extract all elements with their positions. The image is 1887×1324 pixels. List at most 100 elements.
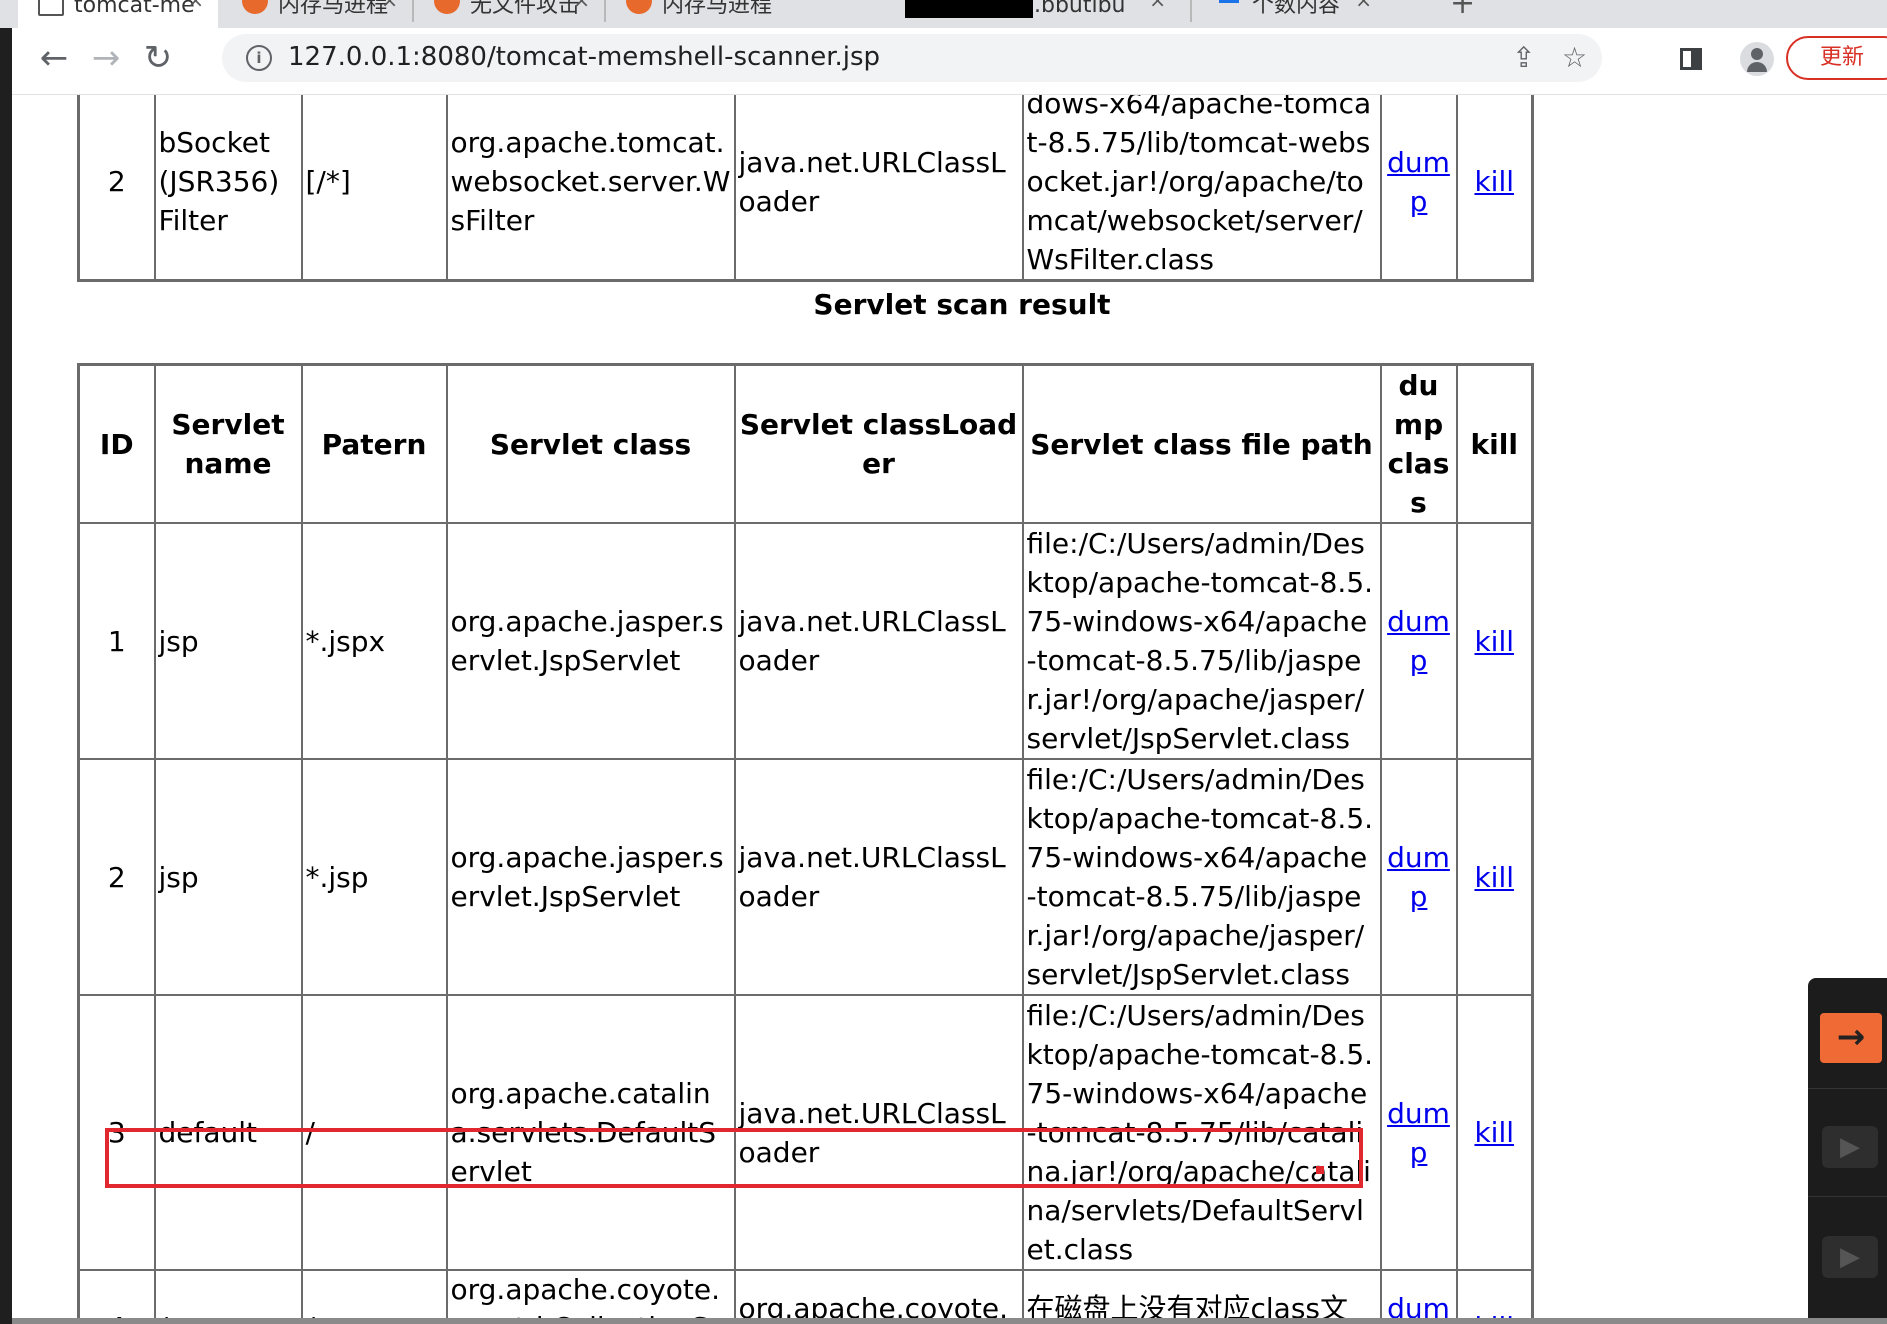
- table-row: 1 jsp *.jspx org.apache.jasper.servlet.J…: [77, 522, 1534, 760]
- filter-result-table: 2 bSocket (JSR356) Filter [/*] org.apach…: [77, 95, 1534, 282]
- servlet-id-cell: 4: [77, 1269, 156, 1324]
- servlet-name-cell: /xx: [153, 1269, 303, 1324]
- kill-link[interactable]: kill: [1474, 861, 1514, 894]
- filter-pattern-cell: [/*]: [300, 95, 448, 282]
- dump-link[interactable]: dump: [1387, 146, 1450, 218]
- table-row: 2 bSocket (JSR356) Filter [/*] org.apach…: [77, 95, 1534, 282]
- header-id: ID: [77, 363, 156, 524]
- servlet-name-cell: jsp: [153, 758, 303, 996]
- suspicious-row-highlight: [105, 1128, 1363, 1188]
- profile-avatar-icon[interactable]: [1740, 42, 1774, 76]
- header-servlet-class: Servlet class: [445, 363, 736, 524]
- divider: [1808, 1196, 1887, 1197]
- tab-fileless-attack[interactable]: 无文件攻击 ×: [414, 0, 604, 28]
- tab-separator: [1190, 0, 1192, 22]
- servlet-pattern-cell: *.jspx: [300, 522, 448, 760]
- tab-label: ...bbutibu: [1020, 0, 1126, 18]
- servlet-classloader-cell: java.net.URLClassLoader: [733, 758, 1024, 996]
- kill-cell: kill: [1455, 1269, 1534, 1324]
- kill-cell: kill: [1455, 994, 1534, 1271]
- filter-id-cell: 2: [77, 95, 156, 282]
- kill-link[interactable]: kill: [1474, 1116, 1514, 1149]
- servlet-path-cell: 在磁盘上没有对应class文件，可能是内存马: [1021, 1269, 1382, 1324]
- servlet-classloader-cell: java.net.URLClassLoader: [733, 522, 1024, 760]
- dump-link[interactable]: dump: [1387, 1097, 1450, 1169]
- dump-link[interactable]: dump: [1387, 841, 1450, 913]
- tab-memshell-process[interactable]: 内存马进程 ×: [222, 0, 412, 28]
- url-text[interactable]: 127.0.0.1:8080/tomcat-memshell-scanner.j…: [288, 42, 880, 72]
- reload-button[interactable]: ↻: [136, 36, 180, 80]
- close-tab-icon[interactable]: ×: [187, 0, 204, 10]
- address-bar[interactable]: i 127.0.0.1:8080/tomcat-memshell-scanner…: [222, 34, 1602, 82]
- close-tab-icon[interactable]: ×: [1355, 0, 1372, 10]
- reload-icon: ↻: [143, 38, 173, 78]
- servlet-path-cell: file:/C:/Users/admin/Desktop/apache-tomc…: [1021, 758, 1382, 996]
- window-bottom-edge: [12, 1318, 1887, 1324]
- close-tab-icon[interactable]: ×: [381, 0, 398, 10]
- tab-content[interactable]: 个数内容 ×: [1196, 0, 1386, 28]
- servlet-classloader-cell: org.apache.coyote.SerializationConfig: [733, 1269, 1024, 1324]
- filter-path-cell: dows-x64/apache-tomcat-8.5.75/lib/tomcat…: [1021, 95, 1382, 282]
- document-icon: [38, 0, 64, 16]
- header-servlet-class-file-path: Servlet class file path: [1021, 363, 1382, 524]
- new-tab-button[interactable]: +: [1450, 0, 1475, 21]
- page-icon: [1216, 0, 1242, 14]
- filter-name-cell: bSocket (JSR356) Filter: [153, 95, 303, 282]
- kill-link[interactable]: kill: [1474, 165, 1514, 198]
- annotation-dot: [1316, 1166, 1324, 1174]
- servlet-path-cell: file:/C:/Users/admin/Desktop/apache-tomc…: [1021, 522, 1382, 760]
- forward-button[interactable]: →: [84, 36, 128, 80]
- redaction-block: [905, 0, 1033, 18]
- fire-icon: [626, 0, 652, 14]
- servlet-id-cell: 2: [77, 758, 156, 996]
- servlet-class-cell: org.apache.coyote.ser.std.CollectionSeri…: [445, 1269, 736, 1324]
- dump-cell: dump: [1379, 994, 1458, 1271]
- divider: [1808, 1088, 1887, 1089]
- camera-icon[interactable]: ▶: [1822, 1126, 1878, 1168]
- dump-cell: dump: [1379, 522, 1458, 760]
- table-row: 2 jsp *.jsp org.apache.jasper.servlet.Js…: [77, 758, 1534, 996]
- servlet-section-title: Servlet scan result: [813, 288, 1111, 321]
- tab-label: tomcat-me: [74, 0, 195, 18]
- share-icon[interactable]: ⇪: [1512, 41, 1535, 74]
- header-servlet-classloader: Servlet classLoader: [733, 363, 1024, 524]
- tab-label: 个数内容: [1252, 0, 1341, 18]
- servlet-pattern-cell: /xx: [300, 1269, 448, 1324]
- kill-link[interactable]: kill: [1474, 625, 1514, 658]
- close-tab-icon[interactable]: ×: [1149, 0, 1166, 10]
- kill-cell: kill: [1455, 522, 1534, 760]
- table-header-row: ID Servlet name Patern Servlet class Ser…: [77, 363, 1534, 524]
- header-servlet-name: Servlet name: [153, 363, 303, 524]
- close-tab-icon[interactable]: ×: [573, 0, 590, 10]
- tab-tomcat-memshell[interactable]: tomcat-me ×: [18, 0, 218, 28]
- back-button[interactable]: ←: [32, 36, 76, 80]
- servlet-pattern-cell: *.jsp: [300, 758, 448, 996]
- filter-classloader-cell: java.net.URLClassLoader: [733, 95, 1024, 282]
- kill-cell: kill: [1455, 758, 1534, 996]
- fire-icon: [242, 0, 268, 14]
- video-icon[interactable]: ▶: [1822, 1236, 1878, 1278]
- bookmark-star-icon[interactable]: ☆: [1562, 41, 1587, 74]
- header-dump-class: dump class: [1379, 363, 1458, 524]
- tab-label: 无文件攻击: [470, 0, 581, 18]
- browser-toolbar: ← → ↻ i 127.0.0.1:8080/tomcat-memshell-s…: [12, 28, 1887, 95]
- header-kill: kill: [1455, 363, 1534, 524]
- menu-dots-icon[interactable]: ⋮: [1876, 40, 1887, 75]
- filter-class-cell: org.apache.tomcat.websocket.server.WsFil…: [445, 95, 736, 282]
- folder-arrow-button[interactable]: →: [1820, 1013, 1882, 1063]
- floating-side-toolbar: → ▶ ▶: [1808, 978, 1887, 1324]
- dump-link[interactable]: dump: [1387, 605, 1450, 677]
- update-button[interactable]: 更新: [1786, 36, 1887, 80]
- header-pattern: Patern: [300, 363, 448, 524]
- dump-cell: dump: [1379, 95, 1458, 282]
- tab-label: 内存马进程: [278, 0, 389, 18]
- fire-icon: [434, 0, 460, 14]
- site-info-icon[interactable]: i: [246, 45, 272, 71]
- servlet-class-cell: org.apache.jasper.servlet.JspServlet: [445, 758, 736, 996]
- side-panel-icon[interactable]: [1680, 48, 1702, 70]
- arrow-right-icon: →: [1836, 1017, 1866, 1057]
- tab-strip: tomcat-me × 内存马进程 × 无文件攻击 × 内存马进程 ...bbu…: [0, 0, 1887, 28]
- servlet-id-cell: 1: [77, 522, 156, 760]
- tab-memshell-process-2[interactable]: 内存马进程: [606, 0, 796, 28]
- forward-arrow-icon: →: [91, 38, 121, 78]
